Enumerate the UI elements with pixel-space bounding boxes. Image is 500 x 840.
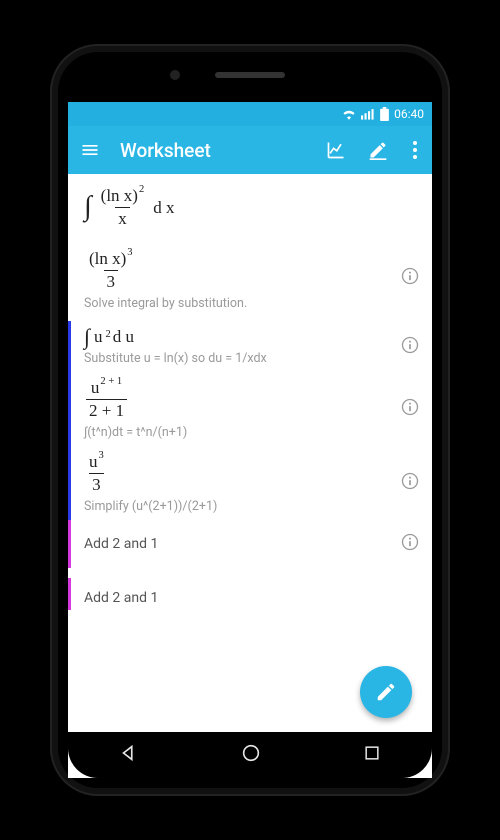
back-button[interactable]: [118, 742, 140, 768]
step-row-4[interactable]: Add 2 and 1: [68, 520, 432, 568]
screen: 06:40 Worksheet: [68, 102, 432, 778]
signal-icon: [361, 108, 375, 120]
step2-hint: ∫(t^n)dt = t^n/(n+1): [84, 425, 418, 440]
status-bar: 06:40: [68, 102, 432, 126]
step-row-5[interactable]: Add 2 and 1: [68, 578, 432, 610]
worksheet-content: ∫ (ln x)2 x d x (ln x)3 3: [68, 174, 432, 732]
integral-sign: ∫: [84, 196, 92, 218]
home-button[interactable]: [240, 742, 262, 768]
battery-icon: [380, 107, 389, 121]
menu-button[interactable]: [78, 138, 102, 162]
answer-hint: Solve integral by substitution.: [84, 296, 418, 311]
phone-camera: [170, 70, 180, 80]
step1-hint: Substitute u = ln(x) so du = 1/xdx: [84, 351, 418, 366]
step1-expression: ∫ u2 d u: [84, 327, 418, 347]
phone-inner: 06:40 Worksheet: [58, 52, 442, 788]
info-icon[interactable]: [400, 471, 420, 495]
answer-row[interactable]: (ln x)3 3 Solve integral by substitution…: [68, 235, 432, 321]
answer-expression: (ln x)3 3: [84, 249, 418, 292]
phone-frame: 06:40 Worksheet: [50, 44, 450, 796]
step2-expression: u2 + 1 2 + 1: [84, 378, 418, 421]
status-time: 06:40: [394, 107, 424, 121]
edit-fab[interactable]: [360, 666, 412, 718]
edit-button[interactable]: [366, 138, 390, 162]
step3-expression: u3 3: [84, 452, 418, 495]
problem-row[interactable]: ∫ (ln x)2 x d x: [68, 180, 432, 235]
step-row-3[interactable]: u3 3 Simplify (u^(2+1))/(2+1): [68, 446, 432, 520]
android-navbar: [68, 732, 432, 778]
step4-text: Add 2 and 1: [84, 536, 418, 552]
info-icon[interactable]: [400, 397, 420, 421]
info-icon[interactable]: [400, 335, 420, 359]
info-icon[interactable]: [400, 266, 420, 290]
wifi-icon: [342, 108, 356, 120]
graph-button[interactable]: [324, 138, 348, 162]
phone-speaker: [215, 72, 285, 78]
step-row-1[interactable]: ∫ u2 d u Substitute u = ln(x) so du = 1/…: [68, 321, 432, 372]
problem-expression: ∫ (ln x)2 x d x: [84, 186, 418, 229]
overflow-button[interactable]: [408, 138, 422, 162]
step3-hint: Simplify (u^(2+1))/(2+1): [84, 499, 418, 514]
step-row-2[interactable]: u2 + 1 2 + 1 ∫(t^n)dt = t^n/(n+1): [68, 372, 432, 446]
app-bar: Worksheet: [68, 126, 432, 174]
recents-button[interactable]: [362, 743, 382, 767]
page-title: Worksheet: [120, 139, 306, 162]
step5-text: Add 2 and 1: [84, 590, 418, 606]
info-icon[interactable]: [400, 532, 420, 556]
